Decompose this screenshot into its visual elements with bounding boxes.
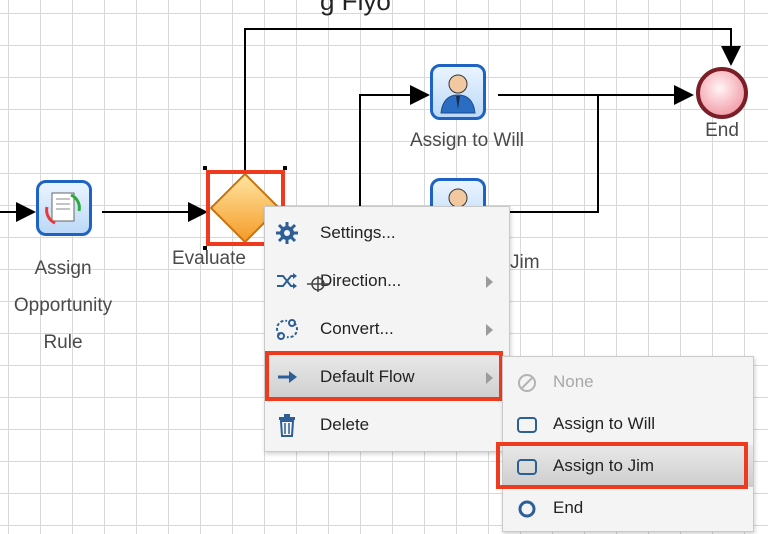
menu-item-delete[interactable]: Delete <box>265 403 509 449</box>
submenu-arrow-icon <box>486 324 493 336</box>
menu-item-convert[interactable]: Convert... <box>265 307 509 353</box>
submenu-item-none: None <box>503 361 753 403</box>
trash-icon <box>279 414 295 437</box>
assign-jim-label: Jim <box>510 252 540 273</box>
context-menu: Settings... Direction... Convert... Defa… <box>264 206 510 452</box>
menu-item-label: Convert... <box>320 319 394 338</box>
menu-item-label: Direction... <box>320 271 402 290</box>
assign-will-label: Assign to Will <box>409 130 525 151</box>
submenu-item-end[interactable]: End <box>503 487 753 529</box>
end-circle-icon <box>518 500 536 518</box>
menu-item-settings[interactable]: Settings... <box>265 211 509 257</box>
end-event[interactable] <box>695 66 749 120</box>
evaluate-label: Evaluate <box>172 248 246 269</box>
end-circle-icon <box>696 67 748 119</box>
user-icon <box>440 74 476 114</box>
flow-evaluate-to-will[interactable] <box>359 85 430 212</box>
flow-jim-to-end[interactable] <box>500 95 599 213</box>
convert-icon <box>276 319 298 340</box>
menu-item-direction[interactable]: Direction... <box>265 259 509 305</box>
gear-icon <box>276 222 298 244</box>
submenu-arrow-icon <box>486 276 493 288</box>
none-icon <box>518 374 536 392</box>
move-cursor-icon <box>307 276 329 292</box>
assign-rule-task[interactable] <box>36 180 92 236</box>
submenu-item-label: Assign to Will <box>553 414 656 433</box>
task-icon <box>517 417 537 433</box>
menu-item-label: Delete <box>320 415 370 434</box>
end-label: End <box>705 120 739 141</box>
assign-will-task[interactable] <box>430 64 486 120</box>
assign-rule-label: Assign Opportunity Rule <box>13 258 113 353</box>
assign-to-jim-highlight <box>496 442 748 489</box>
submenu-item-assign-to-will[interactable]: Assign to Will <box>503 403 753 445</box>
business-rule-icon <box>45 192 81 225</box>
submenu-item-label: End <box>553 498 584 517</box>
submenu-item-label: None <box>553 372 594 391</box>
shuffle-icon <box>277 273 297 289</box>
default-flow-highlight <box>265 351 503 401</box>
menu-item-label: Settings... <box>320 223 396 242</box>
